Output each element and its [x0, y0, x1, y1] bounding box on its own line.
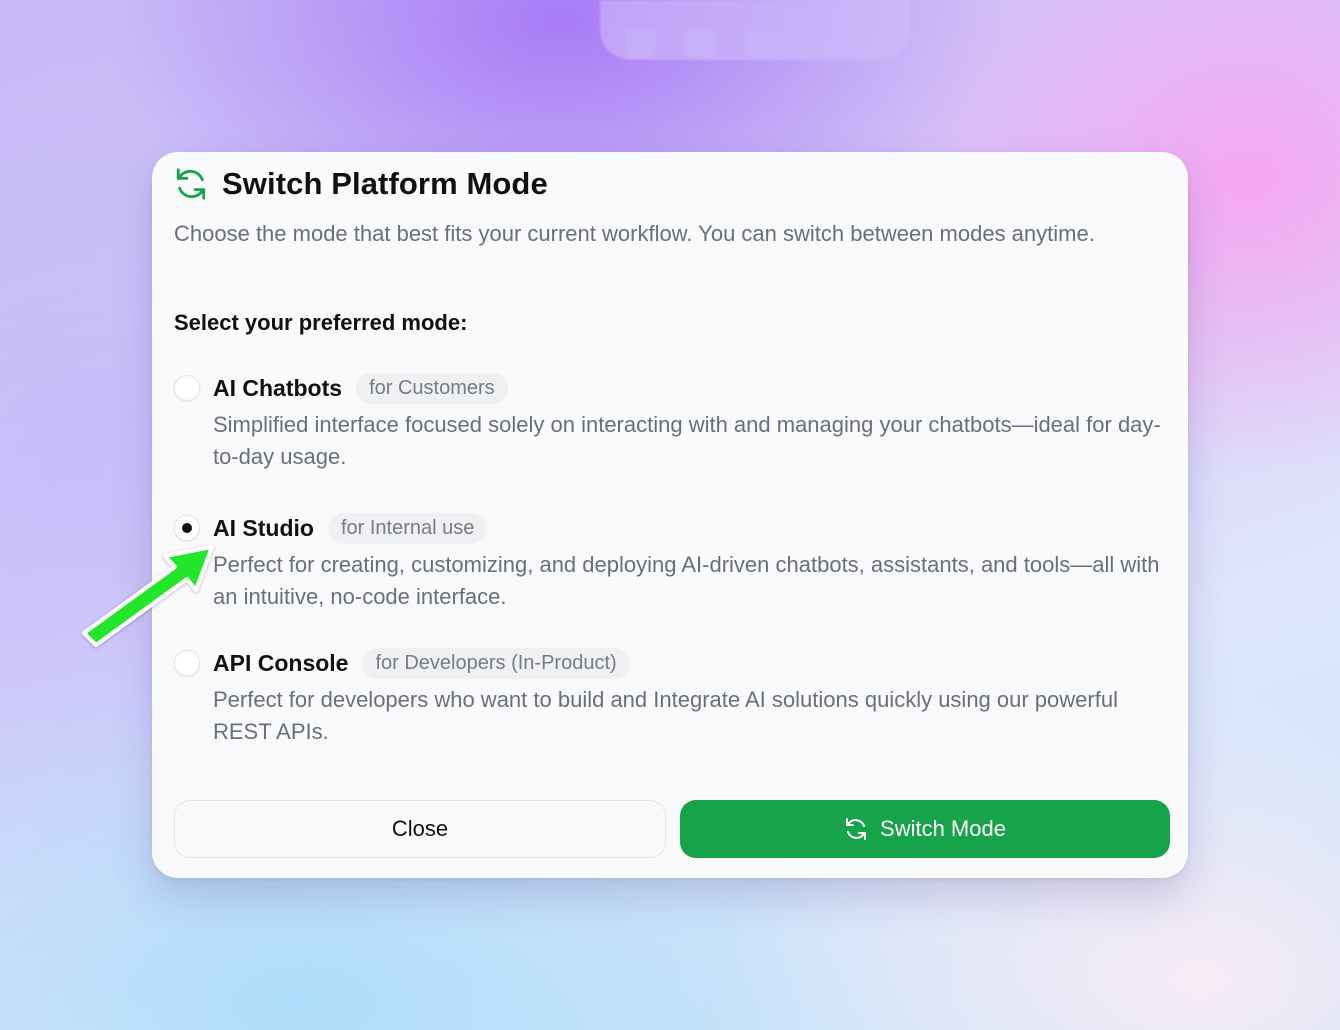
- option-badge: for Developers (In-Product): [362, 647, 630, 679]
- radio-ai-chatbots[interactable]: [174, 375, 200, 401]
- option-title-row: AI Chatbots for Customers: [213, 371, 508, 405]
- radio-api-console[interactable]: [174, 650, 200, 676]
- refresh-icon: [174, 167, 208, 201]
- option-title: API Console: [213, 649, 349, 676]
- background-shape: [600, 0, 910, 60]
- switch-mode-button-label: Switch Mode: [880, 816, 1006, 841]
- close-button-label: Close: [391, 816, 449, 841]
- option-title-row: API Console for Developers (In-Product): [213, 646, 630, 680]
- close-button[interactable]: Close: [174, 800, 666, 858]
- dialog-header: Switch Platform Mode: [174, 166, 548, 202]
- background-shape-tab: [686, 30, 716, 58]
- background-shape-tab: [746, 30, 776, 58]
- option-description: Simplified interface focused solely on i…: [213, 412, 1161, 469]
- switch-mode-dialog: Switch Platform Mode Choose the mode tha…: [152, 152, 1188, 878]
- section-label: Select your preferred mode:: [174, 310, 468, 335]
- option-title: AI Chatbots: [213, 374, 343, 401]
- option-description: Perfect for developers who want to build…: [213, 687, 1118, 744]
- radio-ai-studio[interactable]: [174, 515, 200, 541]
- refresh-icon: [844, 817, 868, 841]
- switch-mode-button[interactable]: Switch Mode: [680, 800, 1170, 858]
- dialog-subtitle: Choose the mode that best fits your curr…: [174, 221, 1095, 246]
- background-shape-tab: [626, 30, 656, 58]
- option-description: Perfect for creating, customizing, and d…: [213, 552, 1160, 609]
- option-title: AI Studio: [213, 514, 314, 541]
- option-badge: for Internal use: [327, 512, 488, 544]
- dialog-title: Switch Platform Mode: [222, 166, 548, 201]
- option-badge: for Customers: [356, 372, 508, 404]
- option-title-row: AI Studio for Internal use: [213, 511, 488, 545]
